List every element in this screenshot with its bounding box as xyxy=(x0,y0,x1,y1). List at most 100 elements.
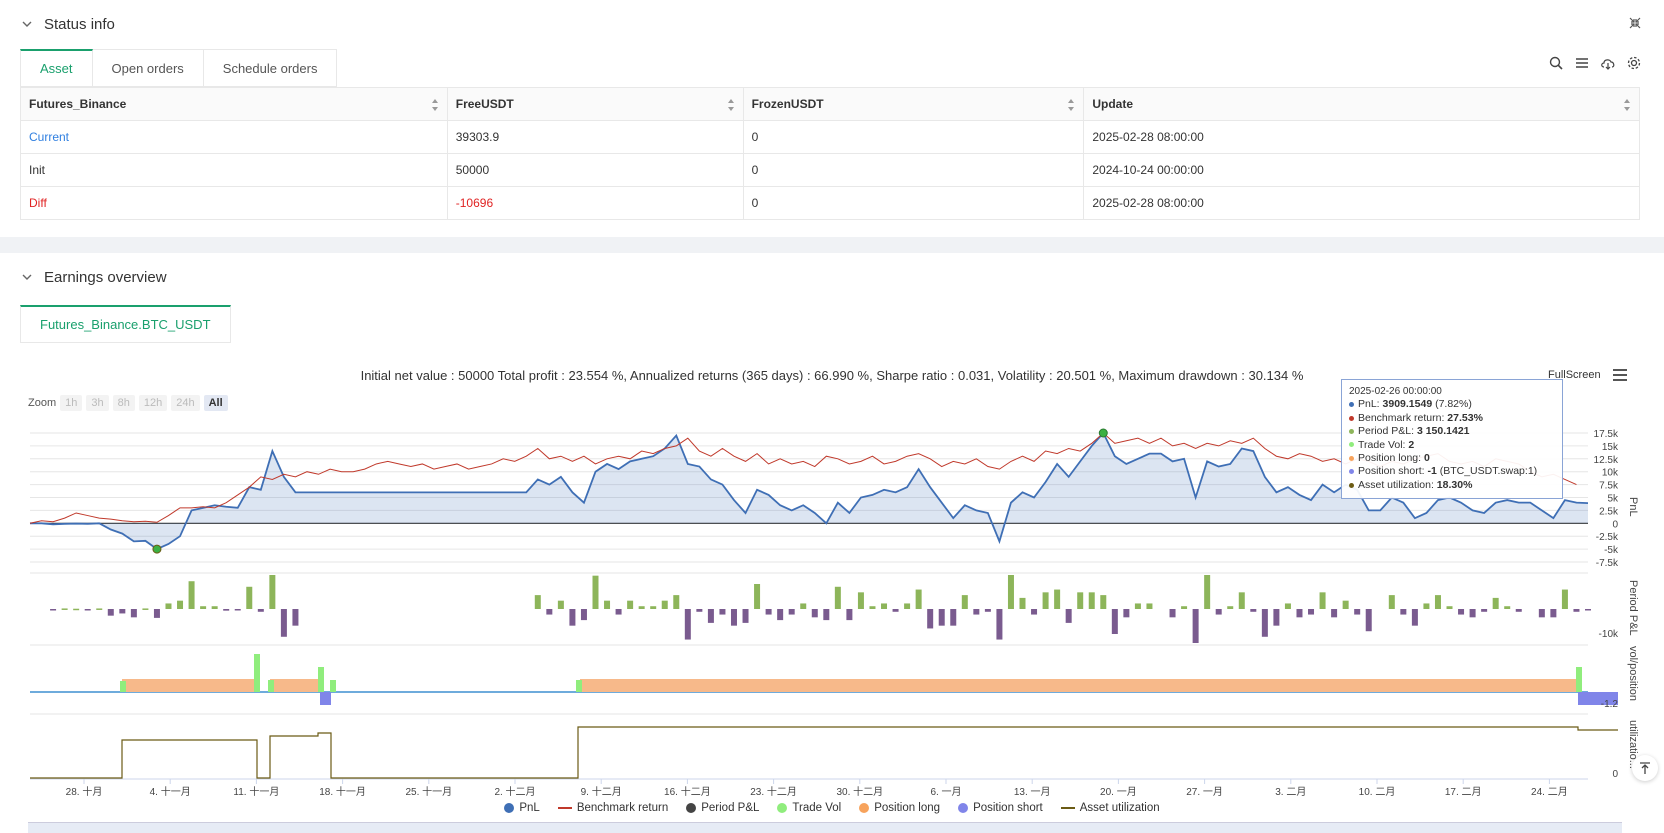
period-pnl-bar xyxy=(742,609,749,623)
period-pnl-bar xyxy=(1423,603,1430,609)
period-pnl-bar xyxy=(1411,609,1418,626)
period-pnl-bar xyxy=(869,606,876,609)
period-pnl-bar xyxy=(615,609,622,615)
period-pnl-bar xyxy=(61,608,68,610)
legend-label: PnL xyxy=(519,802,540,814)
y-tick-label: 5k xyxy=(1607,494,1619,505)
period-pnl-bar xyxy=(915,589,922,609)
period-pnl-bar xyxy=(1204,575,1211,609)
period-pnl-bar xyxy=(811,609,818,618)
trade-vol-bar xyxy=(254,654,260,692)
zoom-24h-button[interactable]: 24h xyxy=(171,395,200,411)
period-pnl-bar xyxy=(777,609,784,621)
period-pnl-bar xyxy=(1261,609,1268,637)
zoom-8h-button[interactable]: 8h xyxy=(112,395,135,411)
legend-marker-icon xyxy=(504,803,515,813)
series-dot-icon xyxy=(1349,455,1354,461)
x-tick-label: 17. 二月 xyxy=(1445,786,1482,798)
period-pnl-bar xyxy=(1585,609,1591,611)
y-tick-label: 7.5k xyxy=(1599,481,1619,492)
period-pnl-bar xyxy=(1077,592,1084,609)
period-pnl-bar xyxy=(1550,609,1557,618)
hamburger-menu-icon[interactable] xyxy=(1612,368,1628,382)
legend-item[interactable]: Position long xyxy=(859,802,940,814)
period-pnl-bar xyxy=(696,609,703,612)
x-tick-label: 20. 一月 xyxy=(1100,786,1137,798)
y-tick-label: 15k xyxy=(1602,442,1619,453)
series-dot-icon xyxy=(1349,402,1354,408)
x-tick-label: 2. 十二月 xyxy=(494,785,535,798)
legend-item[interactable]: PnL xyxy=(504,802,540,814)
tooltip-line: Asset utilization: 18.30% xyxy=(1349,479,1555,492)
tooltip-line: PnL: 3909.1549 (7.82%) xyxy=(1349,398,1555,411)
period-pnl-bar xyxy=(292,609,299,626)
period-pnl-bar xyxy=(1388,595,1395,609)
period-pnl-bar xyxy=(1319,592,1326,609)
period-pnl-bar xyxy=(834,586,841,609)
period-pnl-bar xyxy=(1181,606,1188,609)
period-pnl-bar xyxy=(1169,609,1176,618)
period-pnl-bar xyxy=(557,600,564,609)
legend-item[interactable]: Asset utilization xyxy=(1060,802,1160,814)
period-pnl-bar xyxy=(1284,603,1291,609)
period-pnl-bar xyxy=(1134,603,1141,609)
period-pnl-bar xyxy=(627,600,634,609)
tooltip-label: PnL: xyxy=(1358,398,1383,411)
period-pnl-bar xyxy=(73,608,80,611)
period-pnl-bar xyxy=(130,609,137,618)
tooltip-value: 18.30% xyxy=(1436,478,1473,491)
tooltip-lines: PnL: 3909.1549 (7.82%) Benchmark return: … xyxy=(1349,398,1555,492)
tooltip-extra: (BTC_USDT.swap:1) xyxy=(1436,465,1538,478)
period-pnl-bar xyxy=(1123,609,1130,618)
chart-tooltip: 2025-02-26 00:00:00 PnL: 3909.1549 (7.82… xyxy=(1341,379,1563,499)
zoom-3h-button[interactable]: 3h xyxy=(86,395,109,411)
y-axis-label: PnL xyxy=(1627,497,1639,517)
x-tick-label: 13. 一月 xyxy=(1014,786,1051,798)
tooltip-value: 0 xyxy=(1423,452,1430,465)
period-pnl-bar xyxy=(234,609,241,611)
period-pnl-bar xyxy=(1111,609,1118,634)
period-pnl-bar xyxy=(754,584,761,609)
y-tick-label: 0 xyxy=(1612,769,1618,780)
period-pnl-bar xyxy=(707,609,714,623)
period-pnl-bar xyxy=(892,609,899,612)
x-tick-label: 16. 十二月 xyxy=(664,785,711,798)
position-long-area xyxy=(122,679,257,692)
period-pnl-bar xyxy=(950,609,957,626)
x-tick-label: 25. 十一月 xyxy=(405,785,452,798)
legend-item[interactable]: Trade Vol xyxy=(777,802,841,814)
scroll-to-top-button[interactable] xyxy=(1632,755,1658,781)
period-pnl-bar xyxy=(1481,609,1488,612)
tooltip-date: 2025-02-26 00:00:00 xyxy=(1349,386,1442,397)
legend-item[interactable]: Period P&L xyxy=(686,802,759,814)
legend-label: Period P&L xyxy=(701,802,760,814)
period-pnl-bar xyxy=(904,603,911,609)
zoom-bar: Zoom 1h 3h 8h 12h 24h All xyxy=(28,395,228,411)
period-pnl-bar xyxy=(188,581,195,609)
period-pnl-bar xyxy=(661,600,668,609)
series-dot-icon xyxy=(1349,482,1354,488)
range-navigator[interactable] xyxy=(28,822,1622,833)
tooltip-value: 27.53% xyxy=(1447,411,1483,424)
chart-legend: PnL Benchmark return Period P&L Trade Vol Po… xyxy=(0,802,1664,814)
zoom-1h-button[interactable]: 1h xyxy=(60,395,83,411)
period-pnl-bar xyxy=(730,609,737,626)
period-pnl-bar xyxy=(246,586,253,609)
zoom-12h-button[interactable]: 12h xyxy=(138,395,168,411)
asset-utilization-line xyxy=(30,726,1618,779)
tooltip-value: 3909.1549 xyxy=(1382,398,1433,411)
tooltip-line: Position short: -1 (BTC_USDT.swap:1) xyxy=(1349,465,1555,478)
zoom-all-button[interactable]: All xyxy=(203,395,228,411)
period-pnl-bar xyxy=(719,609,726,615)
period-pnl-bar xyxy=(788,609,795,615)
x-tick-label: 28. 十月 xyxy=(66,785,103,798)
trade-vol-bar xyxy=(318,667,324,692)
legend-item[interactable]: Benchmark return xyxy=(557,802,668,814)
legend-marker-icon xyxy=(859,803,870,813)
period-pnl-bar xyxy=(765,609,772,615)
period-pnl-bar xyxy=(1515,609,1522,612)
arrow-up-icon xyxy=(1640,762,1650,774)
legend-label: Trade Vol xyxy=(792,802,842,814)
tooltip-line: Period P&L: 3 150.1421 xyxy=(1349,425,1555,438)
legend-item[interactable]: Position short xyxy=(958,802,1043,814)
